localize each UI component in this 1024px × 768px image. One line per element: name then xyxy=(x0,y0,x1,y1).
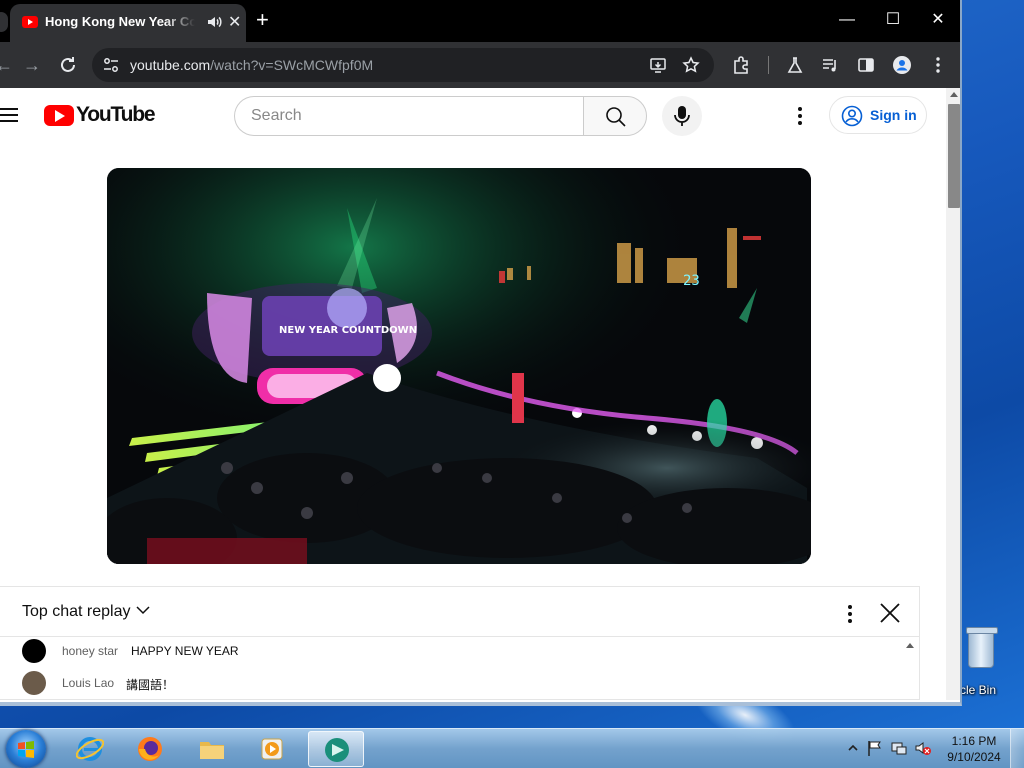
taskbar-media-player[interactable] xyxy=(244,731,300,767)
url-host: youtube.com xyxy=(130,57,211,73)
microphone-icon xyxy=(674,106,690,126)
page-scrollbar[interactable] xyxy=(946,88,960,700)
search-input[interactable] xyxy=(251,106,571,126)
youtube-header: YouTube Search Sign in xyxy=(0,88,946,144)
youtube-logo-icon[interactable] xyxy=(44,105,74,126)
sign-in-label: Sign in xyxy=(870,107,917,123)
taskbar-firefox[interactable] xyxy=(122,731,178,767)
start-button[interactable] xyxy=(6,730,46,768)
profile-avatar-icon[interactable] xyxy=(892,55,912,75)
avatar[interactable] xyxy=(22,671,46,695)
reload-icon[interactable] xyxy=(56,53,80,77)
chat-message: Louis Lao 講國語！ xyxy=(22,671,902,695)
chat-author[interactable]: honey star xyxy=(62,644,118,658)
chat-text: 講國語！ xyxy=(126,678,175,692)
side-panel-icon[interactable] xyxy=(856,55,876,75)
chat-header: Top chat replay xyxy=(0,587,920,637)
video-player[interactable]: 23 NEW YEAR COUNTDOWN xyxy=(107,168,811,564)
recycle-bin-shortcut[interactable]: cle Bin xyxy=(960,627,1020,700)
folder-icon xyxy=(200,742,224,759)
minimize-button[interactable]: — xyxy=(824,8,870,34)
settings-more-icon[interactable] xyxy=(788,104,812,128)
taskbar: 1:16 PM 9/10/2024 xyxy=(0,728,1024,768)
speaker-icon[interactable] xyxy=(206,13,224,31)
new-tab-button[interactable]: + xyxy=(256,9,269,31)
chat-author[interactable]: Louis Lao xyxy=(62,676,114,690)
address-bar[interactable]: youtube.com/watch?v=SWcMCWfpf0M xyxy=(92,48,714,82)
taskbar-active-app[interactable] xyxy=(308,731,364,767)
media-player-icon xyxy=(261,738,283,760)
tab-youtube-video[interactable]: Hong Kong New Year Countdown ✕ xyxy=(10,4,246,42)
browser-window: Hong Kong New Year Countdown ✕ + — ☐ ✕ ←… xyxy=(0,0,962,706)
labs-flask-icon[interactable] xyxy=(785,55,805,75)
toolbar-separator xyxy=(768,56,769,74)
search-button[interactable] xyxy=(583,96,647,136)
search-icon xyxy=(606,107,626,127)
youtube-favicon-icon xyxy=(22,16,38,28)
stage-sign-text: NEW YEAR COUNTDOWN xyxy=(279,325,417,336)
tab-title: Hong Kong New Year Countdown xyxy=(45,14,195,29)
clock-date: 9/10/2024 xyxy=(947,750,1001,764)
window-close-button[interactable]: ✕ xyxy=(915,8,960,34)
chat-message: honey star HAPPY NEW YEAR xyxy=(22,639,902,663)
show-desktop-button[interactable] xyxy=(1010,729,1024,768)
account-circle-icon xyxy=(841,105,863,127)
chrome-menu-icon[interactable] xyxy=(928,55,948,75)
firefox-icon xyxy=(138,737,162,761)
scrollbar-thumb[interactable] xyxy=(948,104,960,208)
live-chat-panel: Top chat replay honey star HAPPY NEW YEA… xyxy=(0,586,920,700)
taskbar-file-explorer[interactable] xyxy=(184,731,240,767)
system-clock[interactable]: 1:16 PM 9/10/2024 xyxy=(944,733,1004,765)
close-chat-icon[interactable] xyxy=(878,601,902,625)
youtube-page: YouTube Search Sign in 23 NEW YEAR COUNT… xyxy=(0,88,946,700)
chat-scroll-up-icon[interactable] xyxy=(906,643,914,648)
media-control-icon[interactable] xyxy=(820,55,840,75)
volume-muted-icon[interactable] xyxy=(914,739,932,757)
url-text: youtube.com/watch?v=SWcMCWfpf0M xyxy=(130,57,373,73)
app-logo-icon xyxy=(325,738,349,762)
back-arrow-icon[interactable]: ← xyxy=(0,53,16,77)
scroll-up-arrow-icon[interactable] xyxy=(950,92,958,97)
taskbar-internet-explorer[interactable] xyxy=(62,731,118,767)
windows-logo-icon xyxy=(18,741,34,758)
video-clock-digits: 23 xyxy=(683,273,700,289)
youtube-wordmark[interactable]: YouTube xyxy=(76,103,156,127)
voice-search-button[interactable] xyxy=(662,96,702,136)
recycle-bin-icon xyxy=(966,627,998,668)
search-box[interactable] xyxy=(234,96,584,136)
clock-time: 1:16 PM xyxy=(951,734,997,748)
maximize-button[interactable]: ☐ xyxy=(870,8,916,34)
bookmark-star-icon[interactable] xyxy=(682,56,700,74)
install-app-icon[interactable] xyxy=(649,56,667,74)
sign-in-button[interactable]: Sign in xyxy=(829,96,927,134)
show-hidden-icons-arrow-icon[interactable] xyxy=(844,739,862,757)
site-info-icon[interactable] xyxy=(102,56,120,74)
tab-strip: Hong Kong New Year Countdown ✕ + — ☐ ✕ xyxy=(0,0,960,42)
hamburger-menu-icon[interactable] xyxy=(0,108,18,122)
network-icon[interactable] xyxy=(890,739,908,757)
video-frame: 23 NEW YEAR COUNTDOWN xyxy=(107,168,811,564)
recycle-bin-label: cle Bin xyxy=(960,683,997,697)
url-path: /watch?v=SWcMCWfpf0M xyxy=(210,57,374,73)
extensions-icon[interactable] xyxy=(731,55,751,75)
forward-arrow-icon[interactable]: → xyxy=(20,53,44,77)
chat-more-icon[interactable] xyxy=(838,602,862,626)
chat-mode-dropdown[interactable]: Top chat replay xyxy=(22,603,131,621)
avatar[interactable] xyxy=(22,639,46,663)
action-center-flag-icon[interactable] xyxy=(866,739,884,757)
previous-tab-edge[interactable] xyxy=(0,12,8,32)
tab-close-icon[interactable]: ✕ xyxy=(228,12,241,32)
chevron-down-icon[interactable] xyxy=(136,605,150,615)
chat-text: HAPPY NEW YEAR xyxy=(131,644,239,658)
browser-toolbar: ← → youtube.com/watch?v=SWcMCWfpf0M xyxy=(0,42,960,88)
internet-explorer-icon xyxy=(76,737,104,761)
